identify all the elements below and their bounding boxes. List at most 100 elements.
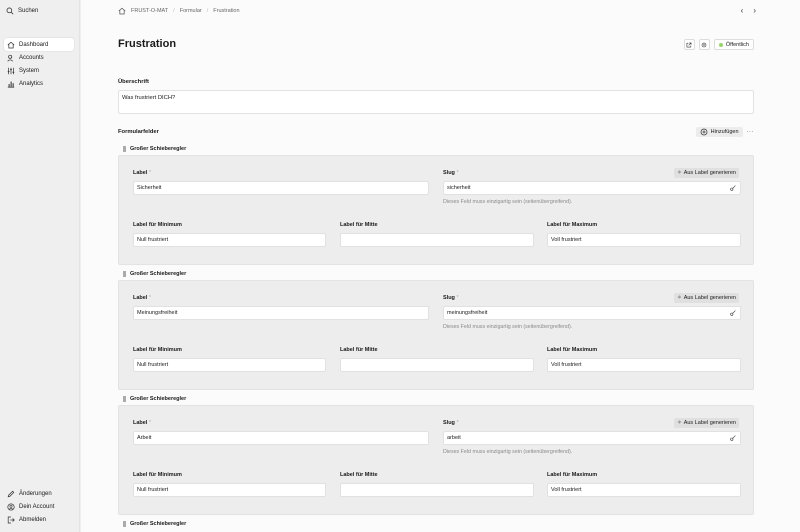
max-label-title: Label für Maximum [547, 472, 598, 478]
sidebar-bottom: Änderungen Dein Account Abmelden [4, 487, 74, 526]
slug-hint: Dieses Feld muss einzigartig sein (seite… [443, 199, 573, 205]
min-label-title: Label für Minimum [133, 222, 182, 228]
max-label-title: Label für Maximum [547, 222, 598, 228]
block-type: Großer Schieberegler [130, 271, 187, 277]
page-title: Frustration [118, 38, 177, 50]
sidebar-item-dashboard[interactable]: Dashboard [4, 38, 74, 51]
mid-label-title: Label für Mitte [340, 472, 378, 478]
logout-icon [7, 516, 15, 524]
slider-block: Großer Schieberegler Label * Meinungsfre… [118, 268, 754, 390]
plus-circle-icon [700, 128, 708, 136]
status-label: Öffentlich [725, 41, 749, 48]
label-title: Label * [133, 420, 152, 426]
headline-label: Überschrift [118, 79, 149, 85]
generate-from-label-button[interactable]: ✧ Aus Label generieren [674, 418, 739, 428]
max-label-title: Label für Maximum [547, 347, 598, 353]
status-dot-icon [718, 42, 723, 47]
home-icon[interactable] [118, 7, 126, 15]
max-label-input[interactable]: Voll frustriert [547, 233, 741, 247]
sidebar-item-label: Abmelden [19, 516, 47, 523]
sidebar-nav: Dashboard Accounts System Analytics [4, 38, 74, 90]
gear-icon [702, 42, 707, 47]
sidebar-item-system[interactable]: System [4, 64, 74, 77]
slider-block: Großer Schieberegler Label * Arbeit Slug… [118, 393, 754, 515]
block-body: Label * Sicherheit Slug * ✧ Aus Label gen… [118, 155, 754, 265]
min-label-title: Label für Minimum [133, 472, 182, 478]
pager: ‹ › [741, 6, 756, 15]
max-label-input[interactable]: Voll frustriert [547, 483, 741, 497]
open-external-button[interactable] [683, 39, 695, 50]
breadcrumb-item[interactable]: FRUST-O-MAT [131, 8, 168, 14]
slider-block: Großer Schieberegler Label * Sicherheit … [118, 143, 754, 265]
slug-input[interactable]: arbeit [443, 431, 741, 445]
slider-block: Großer Schieberegler [118, 518, 754, 530]
search-label: Suchen [18, 8, 39, 14]
slug-input[interactable]: meinungsfreiheit [443, 306, 741, 320]
mid-label-title: Label für Mitte [340, 222, 378, 228]
sidebar-item-label: Accounts [19, 54, 44, 61]
generate-from-label-button[interactable]: ✧ Aus Label generieren [674, 168, 739, 178]
slug-title: Slug * [443, 170, 459, 176]
slug-title: Slug * [443, 295, 459, 301]
label-input[interactable]: Sicherheit [133, 181, 429, 195]
mid-label-title: Label für Mitte [340, 347, 378, 353]
generate-from-label-button[interactable]: ✧ Aus Label generieren [674, 293, 739, 303]
block-body: Label * Arbeit Slug * ✧ Aus Label generie… [118, 405, 754, 515]
slug-hint: Dieses Feld muss einzigartig sein (seite… [443, 449, 573, 455]
label-title: Label * [133, 170, 152, 176]
home-icon [7, 41, 15, 49]
mid-label-input[interactable] [340, 233, 534, 247]
slug-input[interactable]: sicherheit [443, 181, 741, 195]
status-badge[interactable]: Öffentlich [713, 39, 754, 50]
key-icon [730, 435, 736, 441]
bar-chart-icon [7, 80, 15, 88]
sidebar-item-label: Dashboard [19, 41, 49, 48]
drag-handle-icon[interactable] [123, 146, 126, 152]
label-input[interactable]: Meinungsfreiheit [133, 306, 429, 320]
label-input[interactable]: Arbeit [133, 431, 429, 445]
settings-button[interactable] [698, 39, 710, 50]
sidebar-item-label: System [19, 67, 40, 74]
sidebar-item-label: Analytics [19, 80, 44, 87]
block-type: Großer Schieberegler [130, 521, 187, 527]
breadcrumb: FRUST-O-MAT / Formular / Frustration [118, 7, 240, 15]
mid-label-input[interactable] [340, 483, 534, 497]
headline-input[interactable]: Was frustriert DICH? [118, 90, 754, 114]
max-label-input[interactable]: Voll frustriert [547, 358, 741, 372]
min-label-input[interactable]: Null frustriert [133, 483, 326, 497]
sliders-icon [7, 67, 15, 75]
sparkle-icon: ✧ [677, 420, 682, 426]
sidebar-item-analytics[interactable]: Analytics [4, 77, 74, 90]
block-header: Großer Schieberegler [118, 518, 754, 530]
min-label-input[interactable]: Null frustriert [133, 233, 326, 247]
block-header: Großer Schieberegler [118, 393, 754, 405]
chevron-left-icon[interactable]: ‹ [741, 6, 744, 15]
sparkle-icon: ✧ [677, 170, 682, 176]
search-icon [6, 7, 14, 15]
breadcrumb-item[interactable]: Frustration [213, 8, 239, 14]
block-type: Großer Schieberegler [130, 396, 187, 402]
main-content: FRUST-O-MAT / Formular / Frustration ‹ ›… [81, 0, 800, 532]
more-options-icon[interactable]: ··· [747, 129, 755, 135]
sidebar-item-logout[interactable]: Abmelden [4, 513, 74, 526]
users-icon [7, 54, 15, 62]
block-type: Großer Schieberegler [130, 146, 187, 152]
sidebar-item-account[interactable]: Dein Account [4, 500, 74, 513]
chevron-right-icon[interactable]: › [753, 6, 756, 15]
slug-hint: Dieses Feld muss einzigartig sein (seite… [443, 324, 573, 330]
add-field-label: Hinzufügen [710, 129, 739, 135]
min-label-title: Label für Minimum [133, 347, 182, 353]
sidebar-item-changes[interactable]: Änderungen [4, 487, 74, 500]
user-circle-icon [7, 502, 15, 511]
mid-label-input[interactable] [340, 358, 534, 372]
drag-handle-icon[interactable] [123, 271, 126, 277]
label-title: Label * [133, 295, 152, 301]
search-button[interactable]: Suchen [6, 7, 38, 15]
drag-handle-icon[interactable] [123, 521, 126, 527]
breadcrumb-item[interactable]: Formular [180, 8, 202, 14]
add-field-group: Hinzufügen ··· [695, 127, 755, 137]
add-field-button[interactable]: Hinzufügen [695, 127, 743, 137]
sidebar-item-accounts[interactable]: Accounts [4, 51, 74, 64]
min-label-input[interactable]: Null frustriert [133, 358, 326, 372]
drag-handle-icon[interactable] [123, 396, 126, 402]
